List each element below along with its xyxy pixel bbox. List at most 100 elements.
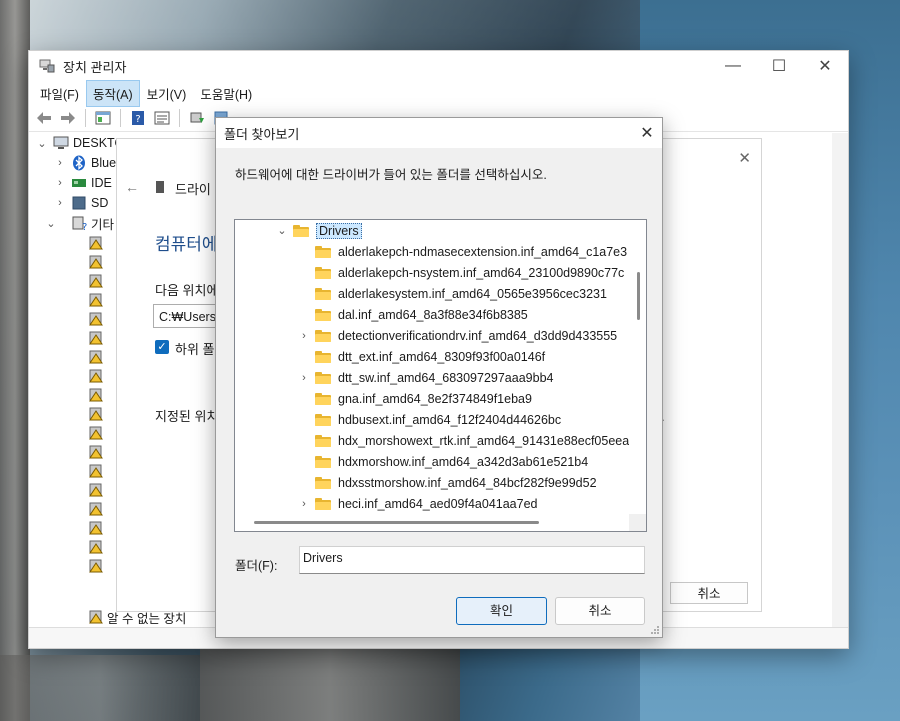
folder-icon bbox=[315, 287, 331, 300]
folder-field-label: 폴더(F): bbox=[235, 559, 278, 573]
folder-label: dtt_ext.inf_amd64_8309f93f00a0146f bbox=[338, 349, 546, 364]
folder-icon bbox=[315, 455, 331, 468]
warning-device-icon bbox=[89, 445, 103, 458]
warning-device-icon bbox=[89, 521, 103, 534]
folder-tree-item[interactable]: hdbusext.inf_amd64_f12f2404d44626bc bbox=[297, 409, 561, 430]
folder-tree-item[interactable]: hdxmorshow.inf_amd64_a342d3ab61e521b4 bbox=[297, 451, 588, 472]
tree-item-label: Blue bbox=[91, 156, 117, 170]
folder-tree-item[interactable]: › heci.inf_amd64_aed09f4a041aa7ed bbox=[297, 493, 537, 514]
menu-bar: 파일(F) 동작(A) 보기(V) 도움말(H) bbox=[29, 79, 848, 107]
forward-arrow-icon bbox=[61, 112, 75, 124]
vertical-scrollbar[interactable] bbox=[832, 133, 848, 628]
wizard-device-name: 드라이 bbox=[175, 182, 211, 197]
window-title: 장치 관리자 bbox=[63, 59, 127, 75]
update-driver-icon bbox=[190, 112, 204, 123]
collapse-chevron-icon[interactable]: ⌄ bbox=[35, 217, 67, 230]
folder-tree-root[interactable]: ⌄ Drivers bbox=[275, 220, 362, 241]
expand-chevron-icon[interactable]: › bbox=[53, 197, 67, 209]
forward-button[interactable] bbox=[59, 109, 77, 127]
dialog-prompt: 하드웨어에 대한 드라이버가 들어 있는 폴더를 선택하십시오. bbox=[235, 168, 547, 182]
resize-grip-icon[interactable] bbox=[650, 625, 660, 635]
device-manager-icon bbox=[39, 59, 55, 73]
expand-chevron-icon[interactable]: › bbox=[297, 498, 311, 510]
minimize-button[interactable]: — bbox=[710, 51, 756, 81]
other-devices-icon: ? bbox=[72, 216, 87, 231]
wizard-close-icon[interactable]: ✕ bbox=[738, 149, 751, 167]
folder-tree-item[interactable]: dtt_ext.inf_amd64_8309f93f00a0146f bbox=[297, 346, 545, 367]
selected-folder-label: Drivers bbox=[316, 222, 362, 239]
browse-folder-dialog: 폴더 찾아보기 ✕ 하드웨어에 대한 드라이버가 들어 있는 폴더를 선택하십시… bbox=[215, 117, 663, 638]
folder-icon bbox=[315, 497, 331, 510]
menu-action[interactable]: 동작(A) bbox=[85, 79, 140, 107]
folder-field-input[interactable]: Drivers bbox=[299, 546, 645, 574]
folder-tree-item[interactable]: hdx_morshowext_rtk.inf_amd64_91431e88ecf… bbox=[297, 430, 629, 451]
wizard-cancel-button[interactable]: 취소 bbox=[670, 582, 748, 604]
folder-tree-item[interactable]: › detectionverificationdrv.inf_amd64_d3dd… bbox=[297, 325, 617, 346]
help-button[interactable]: ? bbox=[129, 109, 147, 127]
folder-icon bbox=[315, 245, 331, 258]
toolbar-separator bbox=[120, 109, 121, 127]
tree-item-label: IDE bbox=[91, 176, 112, 190]
folder-tree-item[interactable]: gna.inf_amd64_8e2f374849f1eba9 bbox=[297, 388, 532, 409]
include-subfolders-checkbox[interactable]: ✓ bbox=[155, 340, 169, 354]
tree-horizontal-scrollbar[interactable] bbox=[235, 514, 629, 531]
scroll-thumb[interactable] bbox=[254, 521, 539, 524]
folder-tree-item[interactable]: dal.inf_amd64_8a3f88e34f6b8385 bbox=[297, 304, 528, 325]
back-arrow-icon[interactable]: ← bbox=[125, 179, 139, 195]
folder-tree-item[interactable]: › dtt_sw.inf_amd64_683097297aaa9bb4 bbox=[297, 367, 553, 388]
back-arrow-icon bbox=[37, 112, 51, 124]
expand-chevron-icon[interactable]: › bbox=[297, 372, 311, 384]
folder-tree-item[interactable]: alderlakepch-ndmasecextension.inf_amd64_… bbox=[297, 241, 627, 262]
update-driver-button[interactable] bbox=[188, 109, 206, 127]
folder-icon bbox=[315, 266, 331, 279]
menu-help[interactable]: 도움말(H) bbox=[193, 80, 259, 107]
toolbar-separator bbox=[85, 109, 86, 127]
folder-label: hdbusext.inf_amd64_f12f2404d44626bc bbox=[338, 412, 562, 427]
cancel-button[interactable]: 취소 bbox=[555, 597, 645, 625]
wood-plank bbox=[0, 655, 200, 721]
expand-chevron-icon[interactable]: › bbox=[53, 157, 67, 169]
tree-item-label: 기타 bbox=[91, 217, 115, 232]
warning-device-icon bbox=[89, 236, 103, 249]
dialog-close-button[interactable]: ✕ bbox=[632, 123, 662, 143]
menu-view[interactable]: 보기(V) bbox=[140, 80, 194, 107]
console-tree-button[interactable] bbox=[94, 109, 112, 127]
folder-tree-item[interactable]: alderlakepch-nsystem.inf_amd64_23100d989… bbox=[297, 262, 624, 283]
wood-plank bbox=[200, 640, 460, 721]
folder-label: gna.inf_amd64_8e2f374849f1eba9 bbox=[338, 391, 532, 406]
dialog-title: 폴더 찾아보기 bbox=[224, 126, 300, 142]
warning-device-icon bbox=[89, 312, 103, 325]
expand-chevron-icon[interactable]: › bbox=[53, 177, 67, 189]
maximize-icon: ☐ bbox=[771, 58, 787, 75]
folder-label: hdxsstmorshow.inf_amd64_84bcf282f9e99d52 bbox=[338, 475, 597, 490]
collapse-chevron-icon[interactable]: ⌄ bbox=[275, 224, 289, 237]
warning-device-icon bbox=[89, 610, 103, 624]
expand-chevron-icon[interactable]: › bbox=[297, 330, 311, 342]
folder-tree-item[interactable]: hdxsstmorshow.inf_amd64_84bcf282f9e99d52 bbox=[297, 472, 597, 493]
maximize-button[interactable]: ☐ bbox=[756, 51, 802, 81]
ok-button[interactable]: 확인 bbox=[456, 597, 547, 625]
minimize-icon: — bbox=[725, 57, 741, 74]
warning-device-icon bbox=[89, 274, 103, 287]
dialog-titlebar: 폴더 찾아보기 ✕ bbox=[216, 118, 662, 148]
help-icon: ? bbox=[132, 111, 144, 125]
close-button[interactable]: ✕ bbox=[802, 51, 848, 81]
folder-label: dal.inf_amd64_8a3f88e34f6b8385 bbox=[338, 307, 528, 322]
folder-tree-item[interactable]: alderlakesystem.inf_amd64_0565e3956cec32… bbox=[297, 283, 607, 304]
tree-vertical-scrollbar[interactable] bbox=[629, 220, 646, 514]
properties-button[interactable] bbox=[153, 109, 171, 127]
folder-label: hdx_morshowext_rtk.inf_amd64_91431e88ecf… bbox=[338, 433, 629, 448]
back-button[interactable] bbox=[35, 109, 53, 127]
close-icon: ✕ bbox=[818, 58, 832, 75]
menu-file[interactable]: 파일(F) bbox=[33, 80, 86, 107]
location-label: 다음 위치에 bbox=[155, 283, 219, 298]
collapse-chevron-icon[interactable]: ⌄ bbox=[35, 137, 49, 150]
folder-tree[interactable]: ⌄ Drivers alderlakepch-ndmasecextension.… bbox=[234, 219, 647, 532]
folder-label: hdxmorshow.inf_amd64_a342d3ab61e521b4 bbox=[338, 454, 589, 469]
warning-device-icon bbox=[89, 388, 103, 401]
scrollbar-corner bbox=[629, 514, 646, 531]
scroll-thumb[interactable] bbox=[637, 272, 640, 320]
computer-icon bbox=[53, 136, 69, 149]
wood-plank bbox=[0, 0, 30, 721]
folder-icon bbox=[315, 371, 331, 384]
